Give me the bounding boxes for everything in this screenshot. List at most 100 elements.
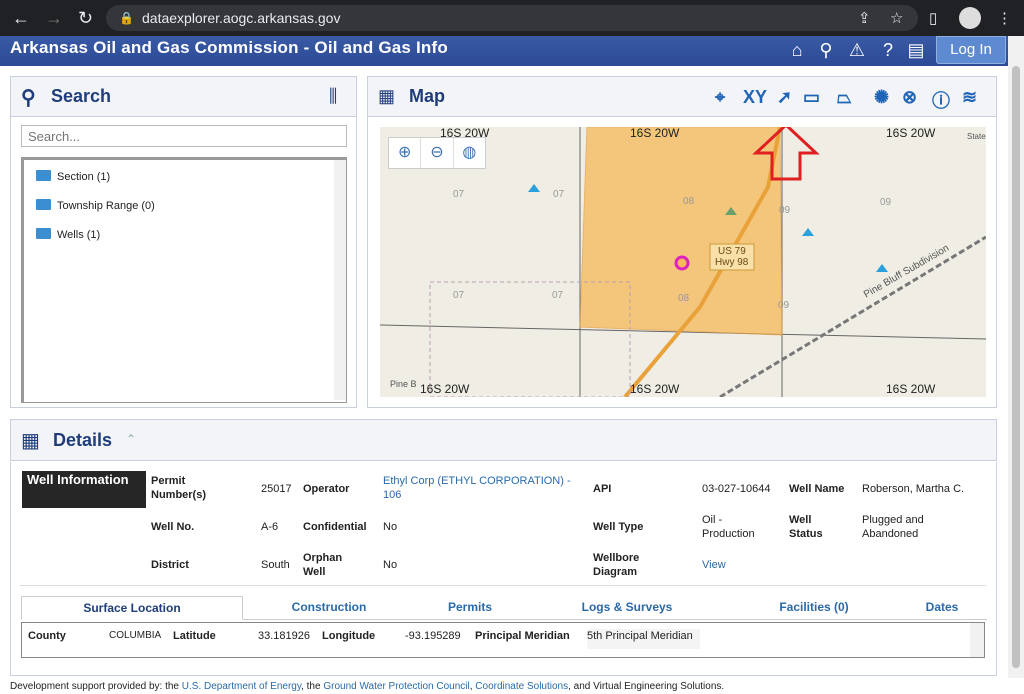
well-name-label: Well Name — [789, 483, 845, 495]
details-title: Details — [53, 430, 113, 450]
select-pointer-icon[interactable]: ➚ — [777, 87, 792, 108]
road-label: Pine B — [390, 379, 417, 389]
menu-kebab-icon[interactable]: ⋮ — [997, 9, 1012, 27]
well-name-value: Roberson, Martha C. — [862, 483, 965, 495]
app-title: Arkansas Oil and Gas Commission - Oil an… — [10, 38, 448, 57]
township-label: 16S 20W — [886, 382, 936, 396]
tree-item-label: Township Range (0) — [57, 200, 155, 212]
xy-coordinate-button[interactable]: XY — [743, 87, 767, 108]
footer-text: Development support provided by: the — [10, 681, 182, 692]
road-label: State — [967, 132, 986, 141]
doe-link[interactable]: U.S. Department of Energy — [182, 681, 301, 692]
tab-facilities[interactable]: Facilities (0) — [761, 596, 867, 620]
highway-label: US 79 — [718, 246, 746, 257]
tab-permits[interactable]: Permits — [421, 596, 519, 620]
orphan-well-value: No — [383, 559, 398, 571]
globe-icon[interactable]: ◍ — [454, 138, 485, 168]
tab-logs-surveys[interactable]: Logs & Surveys — [566, 596, 688, 620]
operator-link[interactable]: Ethyl Corp (ETHYL CORPORATION) - 106 — [383, 474, 573, 502]
township-label: 16S 20W — [440, 127, 490, 140]
warning-icon[interactable]: ⚠ — [846, 39, 868, 61]
zoom-out-icon[interactable]: ⊖ — [421, 138, 454, 168]
search-input[interactable] — [21, 125, 347, 147]
map-canvas[interactable]: ⊕ ⊖ ◍ 16S 20W 16S 20W 16S 20W 16S 20W 16… — [380, 127, 986, 397]
zoom-in-icon[interactable]: ⊕ — [389, 138, 422, 168]
page-scrollbar[interactable] — [1008, 36, 1024, 678]
document-icon[interactable]: ▤ — [905, 39, 927, 61]
longitude-value: -93.195289 — [405, 630, 461, 642]
folder-icon — [36, 170, 51, 181]
locate-well-icon[interactable]: ⌖ — [715, 87, 725, 108]
confidential-value: No — [383, 521, 398, 533]
sidepanel-icon[interactable]: ▯ — [929, 9, 937, 27]
back-icon[interactable]: ← — [12, 8, 30, 28]
info-icon[interactable]: ⓘ — [932, 87, 950, 113]
forward-icon[interactable]: → — [45, 8, 63, 28]
search-results-tree: Section (1) Township Range (0) Wells (1) — [21, 157, 347, 403]
tree-item-label: Wells (1) — [57, 229, 101, 241]
profile-avatar[interactable] — [959, 7, 981, 29]
well-status-value: Plugged and Abandoned — [862, 514, 924, 540]
share-icon[interactable]: ⇪ — [858, 9, 871, 27]
well-marker[interactable] — [876, 264, 888, 272]
map-panel: ▦ Map ⌖ XY ➚ ▭ ⏢ ✺ ⊗ ⓘ ≋ ⊕ ⊖ ◍ 16S 20W 1… — [367, 76, 997, 408]
reload-icon[interactable]: ↻ — [78, 8, 93, 28]
latitude-label: Latitude — [173, 630, 216, 642]
township-label: 16S 20W — [886, 127, 936, 140]
well-marker[interactable] — [802, 228, 814, 236]
well-information-label: Well Information — [22, 471, 146, 508]
principal-meridian-value: 5th Principal Meridian — [587, 629, 700, 649]
tree-item-wells[interactable]: Wells (1) — [36, 228, 100, 241]
footer-credits: Development support provided by: the U.S… — [10, 681, 724, 692]
selected-well-marker[interactable] — [674, 255, 690, 271]
select-rectangle-icon[interactable]: ▭ — [803, 87, 820, 108]
wellbore-diagram-link[interactable]: View — [702, 558, 726, 572]
tree-item-township-range[interactable]: Township Range (0) — [36, 199, 155, 212]
district-value: South — [261, 559, 290, 571]
tab-dates[interactable]: Dates — [916, 596, 968, 620]
collapse-chevron-icon[interactable]: ⌃ — [126, 432, 136, 446]
clear-selection-icon[interactable]: ⊗ — [902, 87, 917, 108]
map-panel-header: ▦ Map ⌖ XY ➚ ▭ ⏢ ✺ ⊗ ⓘ ≋ — [368, 77, 996, 117]
wellbore-diagram-label: Wellbore Diagram — [593, 552, 640, 578]
table-scrollbar[interactable] — [970, 623, 984, 657]
confidential-label: Confidential — [303, 521, 367, 533]
gwpc-link[interactable]: Ground Water Protection Council — [323, 681, 469, 692]
lock-icon: 🔒 — [119, 11, 134, 25]
longitude-label: Longitude — [322, 630, 376, 642]
browser-toolbar: ← → ↻ 🔒 dataexplorer.aogc.arkansas.gov ⇪… — [0, 0, 1024, 36]
map-icon: ▦ — [378, 86, 396, 106]
township-label: 16S 20W — [630, 382, 680, 396]
tab-surface-location[interactable]: Surface Location — [21, 596, 243, 620]
surface-location-table: County COLUMBIA Latitude 33.181926 Longi… — [21, 622, 985, 658]
bookmark-star-icon[interactable]: ☆ — [890, 9, 903, 27]
footer-text: , and Virtual Engineering Solutions. — [568, 681, 725, 692]
scrollbar-thumb[interactable] — [1012, 66, 1020, 668]
well-status-label: Well Status — [789, 514, 823, 540]
home-icon[interactable]: ⌂ — [786, 39, 808, 61]
section-number: 07 — [453, 290, 465, 301]
tree-item-section[interactable]: Section (1) — [36, 170, 110, 183]
search-panel-header: ⚲ Search ⫼ — [11, 77, 356, 117]
api-label: API — [593, 483, 612, 495]
app-header: Arkansas Oil and Gas Commission - Oil an… — [0, 36, 1008, 66]
select-radius-icon[interactable]: ✺ — [874, 87, 889, 108]
principal-meridian-label: Principal Meridian — [475, 630, 570, 642]
coordinate-solutions-link[interactable]: Coordinate Solutions — [475, 681, 568, 692]
county-value: COLUMBIA — [109, 630, 162, 641]
section-number: 07 — [453, 189, 465, 200]
filter-sliders-icon[interactable]: ⫼ — [329, 86, 337, 107]
section-number: 08 — [683, 196, 695, 207]
tree-scrollbar[interactable] — [334, 160, 346, 400]
details-header[interactable]: ▦ Details ⌃ — [10, 419, 997, 461]
url-text[interactable]: dataexplorer.aogc.arkansas.gov — [142, 10, 340, 26]
login-button[interactable]: Log In — [936, 36, 1006, 64]
tab-construction[interactable]: Construction — [261, 596, 397, 620]
select-polygon-icon[interactable]: ⏢ — [837, 87, 851, 108]
township-label: 16S 20W — [630, 127, 680, 140]
layers-icon[interactable]: ≋ — [962, 87, 977, 108]
well-marker[interactable] — [528, 184, 540, 192]
api-value: 03-027-10644 — [702, 483, 771, 495]
search-icon[interactable]: ⚲ — [815, 39, 837, 61]
help-icon[interactable]: ? — [877, 39, 899, 61]
